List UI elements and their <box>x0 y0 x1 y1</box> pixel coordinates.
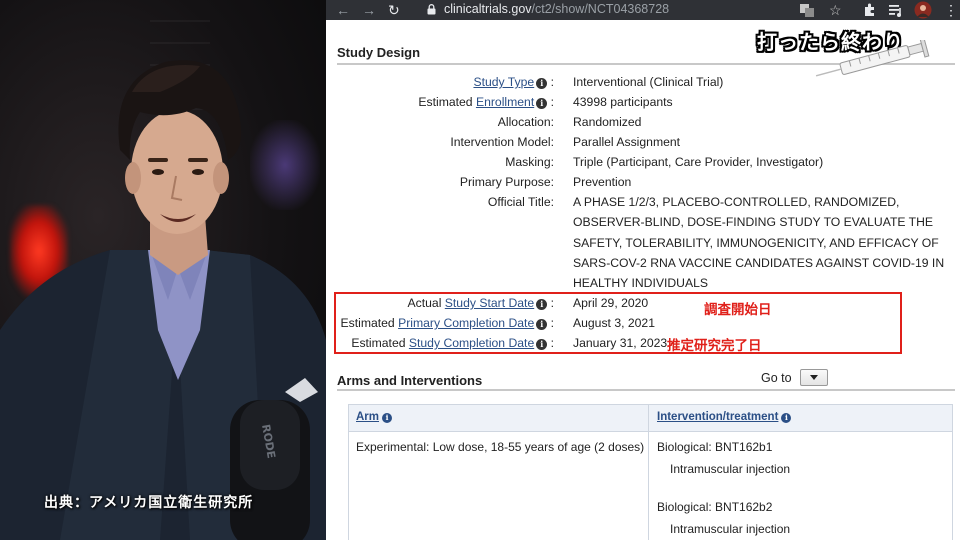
field-label-text: Primary Purpose: <box>459 175 554 189</box>
browser-window: ← → ↻ clinicaltrials.gov/ct2/show/NCT043… <box>326 0 960 540</box>
arms-heading: Arms and Interventions <box>337 373 483 388</box>
field-label-link[interactable]: Enrollment <box>476 95 534 109</box>
translate-icon[interactable] <box>799 2 815 18</box>
info-icon[interactable]: i <box>536 78 548 89</box>
web-page: Study Design Study Type i : Interventional… <box>326 20 960 540</box>
field-label[interactable]: Estimated Enrollment i : <box>326 95 554 110</box>
lock-icon[interactable] <box>427 4 436 15</box>
info-icon[interactable]: i <box>781 413 792 423</box>
field-value: Parallel Assignment <box>573 135 681 149</box>
info-icon[interactable]: i <box>382 413 393 423</box>
url-path: /ct2/show/NCT04368728 <box>531 2 670 16</box>
intervention-route: Intramuscular injection <box>670 522 791 536</box>
arms-table-header: Arm i Intervention/treatment i <box>349 405 952 432</box>
media-playlist-icon[interactable] <box>888 2 904 18</box>
presenter-video: RODE 出典：アメリカ国立衛生研究所 <box>0 0 326 540</box>
field-label-text: Intervention Model: <box>450 135 554 149</box>
field-label: Official Title: <box>326 195 554 210</box>
field-value: Prevention <box>573 175 632 189</box>
arms-table: Arm i Intervention/treatment i Experimenta… <box>348 404 953 540</box>
source-caption: 出典：アメリカ国立衛生研究所 <box>44 495 254 511</box>
puzzle-icon[interactable] <box>862 2 878 18</box>
goto-label: Go to <box>761 371 792 385</box>
info-icon[interactable]: i <box>536 98 548 109</box>
profile-avatar[interactable] <box>914 1 932 19</box>
url-host: clinicaltrials.gov <box>444 2 532 16</box>
field-value: A PHASE 1/2/3, PLACEBO-CONTROLLED, RANDO… <box>573 195 945 291</box>
column-header-intervention-label: Intervention/treatment <box>657 411 779 423</box>
section-divider <box>337 389 955 391</box>
field-label-link[interactable]: Study Type <box>473 75 534 89</box>
reload-icon[interactable]: ↻ <box>388 1 400 19</box>
field-label: Masking: <box>326 155 554 170</box>
browser-menu-icon[interactable]: ⋮ <box>944 1 958 19</box>
forward-arrow-icon[interactable]: → <box>362 1 376 19</box>
annotation-start-date: 調査開始日 <box>704 302 772 317</box>
column-header-intervention[interactable]: Intervention/treatment i <box>657 411 792 423</box>
field-label-text: Estimated <box>418 95 476 109</box>
annotation-completion-date: 推定研究完了日 <box>667 338 762 353</box>
presenter-figure: RODE <box>0 60 326 540</box>
field-label: Intervention Model: <box>326 135 554 150</box>
arm-cell: Experimental: Low dose, 18-55 years of a… <box>356 440 645 454</box>
back-arrow-icon[interactable]: ← <box>336 1 350 19</box>
field-label[interactable]: Study Type i : <box>326 75 554 90</box>
goto-dropdown-button[interactable] <box>800 369 828 386</box>
column-header-arm[interactable]: Arm i <box>356 411 393 423</box>
column-header-arm-label: Arm <box>356 411 380 423</box>
video-frame: RODE 出典：アメリカ国立衛生研究所 ← → ↻ clinicaltrials… <box>0 0 960 540</box>
intervention-name: Biological: BNT162b1 <box>657 440 773 454</box>
field-label-text: Allocation: <box>497 115 554 129</box>
chevron-down-icon <box>810 375 818 380</box>
intervention-route: Intramuscular injection <box>670 462 791 476</box>
field-value: Triple (Participant, Care Provider, Inve… <box>573 155 824 169</box>
star-icon[interactable]: ☆ <box>829 1 842 19</box>
intervention-name: Biological: BNT162b2 <box>657 500 773 514</box>
dates-highlight-box <box>334 292 902 354</box>
field-value: 43998 participants <box>573 95 673 109</box>
column-divider <box>648 405 649 540</box>
address-bar-url[interactable]: clinicaltrials.gov/ct2/show/NCT04368728 <box>444 2 669 17</box>
study-design-heading: Study Design <box>337 45 421 60</box>
field-label-text: Masking: <box>505 155 554 169</box>
field-label: Primary Purpose: <box>326 175 554 190</box>
field-label: Allocation: <box>326 115 554 130</box>
field-label-text: Official Title: <box>487 195 554 209</box>
browser-toolbar: ← → ↻ clinicaltrials.gov/ct2/show/NCT043… <box>326 0 960 20</box>
field-value: Randomized <box>573 115 642 129</box>
syringe-icon <box>815 40 930 77</box>
